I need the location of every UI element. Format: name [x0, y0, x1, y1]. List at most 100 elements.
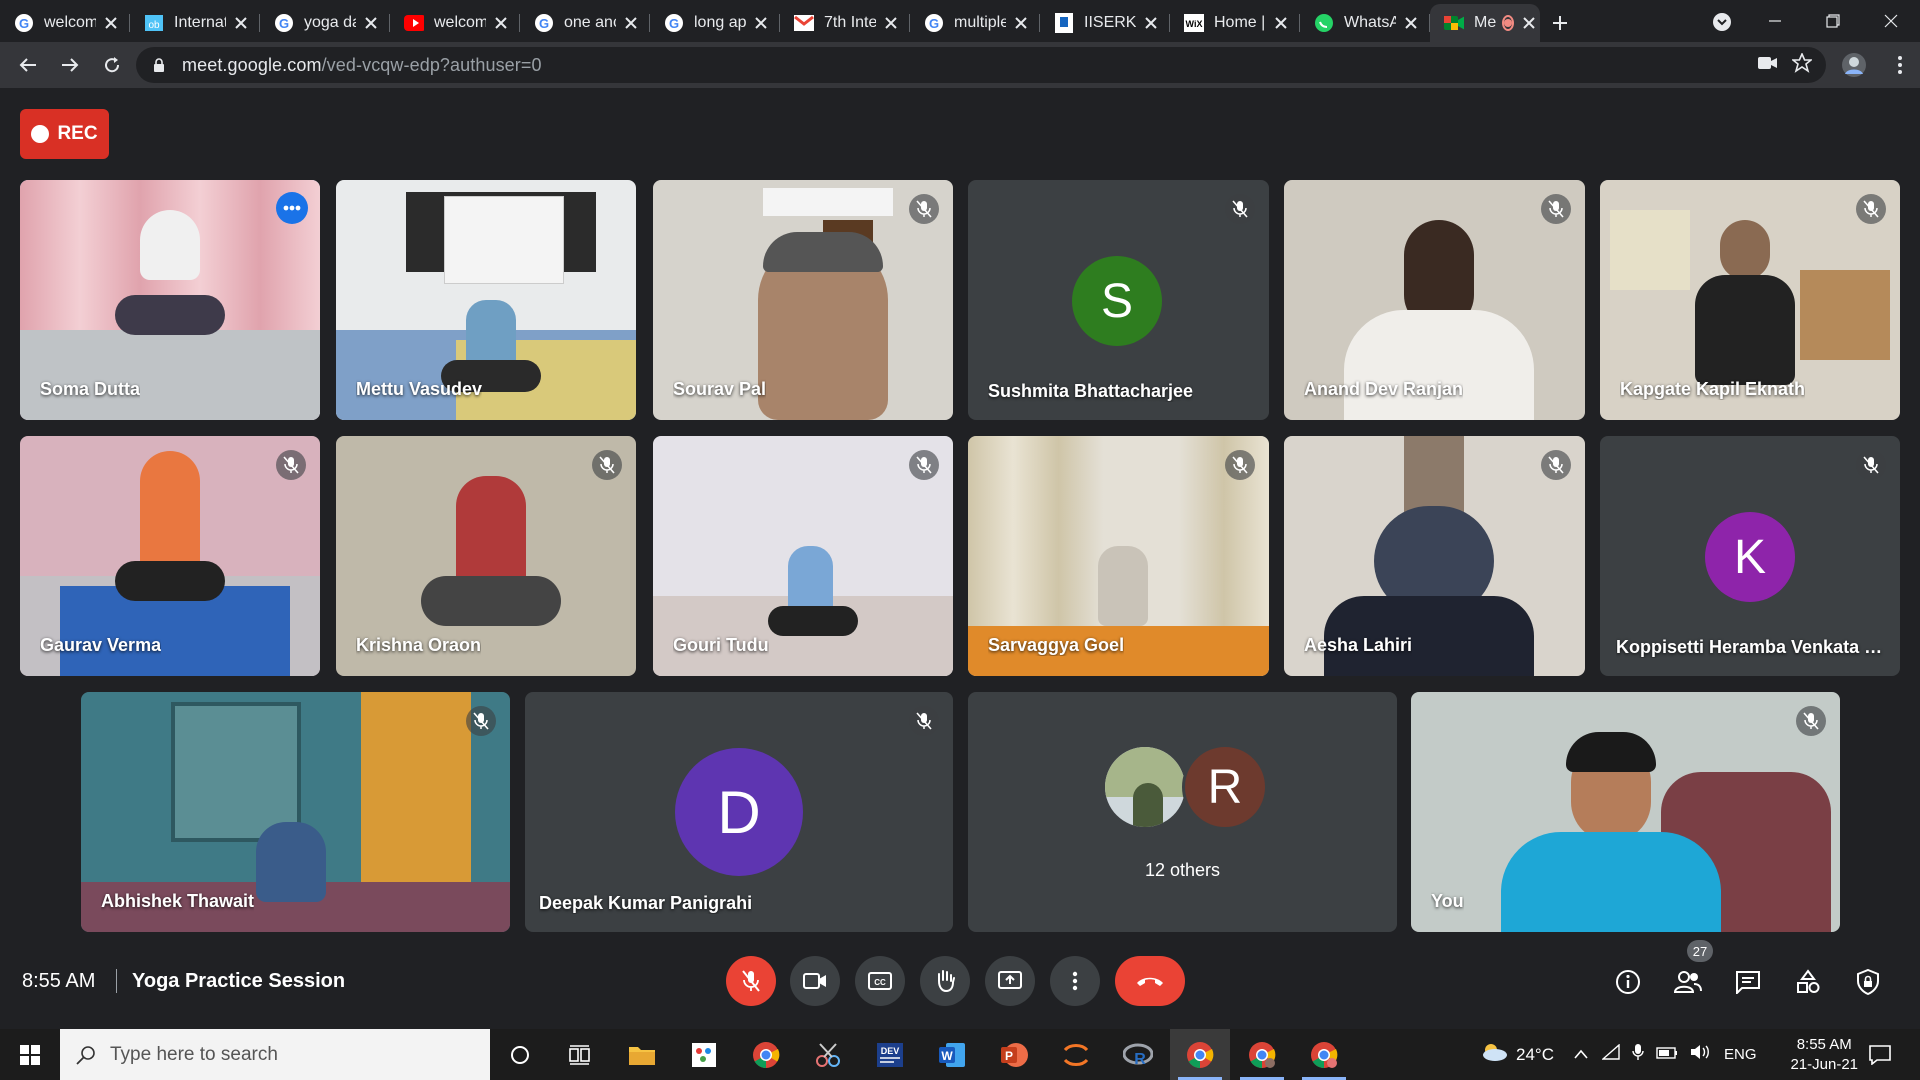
participant-tile[interactable]: Gouri Tudu: [653, 436, 953, 676]
network-icon[interactable]: [1601, 1043, 1620, 1065]
close-icon[interactable]: [1402, 14, 1420, 32]
leave-call-button[interactable]: [1115, 956, 1185, 1006]
wall-map: [1610, 210, 1690, 290]
close-icon[interactable]: [752, 14, 770, 32]
close-icon[interactable]: [492, 14, 510, 32]
browser-tab[interactable]: welcom: [390, 4, 520, 42]
close-icon[interactable]: [362, 14, 380, 32]
close-icon[interactable]: [1012, 14, 1030, 32]
restore-button[interactable]: [1804, 0, 1862, 42]
browser-tab[interactable]: ob Internat: [130, 4, 260, 42]
site-icon: ob: [144, 13, 164, 33]
minimize-button[interactable]: [1746, 0, 1804, 42]
participant-tile[interactable]: Sourav Pal: [653, 180, 953, 420]
taskbar-chrome[interactable]: [736, 1029, 796, 1080]
microphone-tray-icon[interactable]: [1632, 1043, 1644, 1066]
cortana-button[interactable]: [490, 1029, 550, 1080]
participant-name: Kapgate Kapil Eknath: [1620, 379, 1806, 399]
taskbar-jupyter[interactable]: [1046, 1029, 1106, 1080]
start-button[interactable]: [0, 1029, 60, 1080]
notifications-button[interactable]: [1850, 1029, 1910, 1080]
browser-tab[interactable]: WiX Home |: [1170, 4, 1300, 42]
banner: [444, 196, 564, 284]
folder-icon: [629, 1046, 655, 1065]
language-indicator[interactable]: ENG: [1724, 1046, 1757, 1063]
participant-tile[interactable]: Anand Dev Ranjan: [1284, 180, 1585, 420]
close-icon[interactable]: [1142, 14, 1160, 32]
participant-tile[interactable]: S Sushmita Bhattacharjee: [968, 180, 1269, 420]
task-view-button[interactable]: [550, 1029, 610, 1080]
browser-tab[interactable]: IISERKO: [1040, 4, 1170, 42]
close-icon[interactable]: [1272, 14, 1290, 32]
camera-in-use-icon[interactable]: [1758, 56, 1778, 75]
volume-icon[interactable]: [1690, 1044, 1710, 1065]
taskbar-clock[interactable]: 8:55 AM 21-Jun-21: [1790, 1035, 1858, 1075]
camera-toggle-button[interactable]: [790, 956, 840, 1006]
participant-tile[interactable]: Sarvaggya Goel: [968, 436, 1269, 676]
close-icon[interactable]: [102, 14, 120, 32]
taskbar-dev-cpp[interactable]: DEV: [860, 1029, 920, 1080]
taskbar-search-box[interactable]: Type here to search: [60, 1029, 490, 1080]
bookmark-star-icon[interactable]: [1790, 51, 1814, 78]
address-bar[interactable]: meet.google.com/ved-vcqw-edp?authuser=0: [136, 47, 1826, 83]
browser-tab-active[interactable]: Me: [1430, 4, 1540, 42]
participant-tile[interactable]: Soma Dutta: [20, 180, 320, 420]
profile-avatar[interactable]: [1834, 45, 1874, 85]
browser-tab[interactable]: G one anc: [520, 4, 650, 42]
google-g-icon: G: [534, 13, 554, 33]
close-icon[interactable]: [882, 14, 900, 32]
browser-menu-button[interactable]: [1880, 45, 1920, 85]
taskbar-paint[interactable]: [674, 1029, 734, 1080]
participant-tile[interactable]: Kapgate Kapil Eknath: [1600, 180, 1900, 420]
browser-tab[interactable]: G yoga da: [260, 4, 390, 42]
participant-tile[interactable]: D Deepak Kumar Panigrahi: [525, 692, 953, 932]
raise-hand-button[interactable]: [920, 956, 970, 1006]
taskbar-word[interactable]: W: [922, 1029, 982, 1080]
others-tile[interactable]: R 12 others: [968, 692, 1397, 932]
taskbar-chrome-profile[interactable]: [1294, 1029, 1354, 1080]
participant-tile[interactable]: K Koppisetti Heramba Venkata S...: [1600, 436, 1900, 676]
taskbar-chrome-profile[interactable]: [1232, 1029, 1292, 1080]
close-icon[interactable]: [622, 14, 640, 32]
activities-button[interactable]: [1788, 962, 1828, 1002]
meeting-details-button[interactable]: [1608, 962, 1648, 1002]
participant-tile[interactable]: Krishna Oraon: [336, 436, 636, 676]
back-button[interactable]: [8, 45, 48, 85]
taskbar-snip-tool[interactable]: [798, 1029, 858, 1080]
forward-button[interactable]: [50, 45, 90, 85]
taskbar-r[interactable]: R: [1108, 1029, 1168, 1080]
more-options-button[interactable]: [276, 192, 308, 224]
new-tab-button[interactable]: [1540, 4, 1580, 42]
captions-button[interactable]: CC: [855, 956, 905, 1006]
svg-text:G: G: [279, 16, 289, 31]
taskbar-file-explorer[interactable]: [612, 1029, 672, 1080]
close-icon[interactable]: [1520, 14, 1538, 32]
browser-tab[interactable]: G welcom: [0, 4, 130, 42]
participant-tile[interactable]: Aesha Lahiri: [1284, 436, 1585, 676]
self-tile[interactable]: You: [1411, 692, 1840, 932]
chevron-up-icon[interactable]: [1574, 1046, 1588, 1064]
people-button[interactable]: [1668, 962, 1708, 1002]
weather-cloud-icon[interactable]: [1480, 1042, 1508, 1067]
meeting-title: Yoga Practice Session: [132, 970, 346, 992]
taskbar-chrome-window[interactable]: [1170, 1029, 1230, 1080]
participant-tile[interactable]: Abhishek Thawait: [81, 692, 510, 932]
taskbar-powerpoint[interactable]: P: [984, 1029, 1044, 1080]
browser-tab[interactable]: G long ap: [650, 4, 780, 42]
more-options-button[interactable]: [1050, 956, 1100, 1006]
browser-tab[interactable]: WhatsA: [1300, 4, 1430, 42]
present-screen-button[interactable]: [985, 956, 1035, 1006]
weather-temp[interactable]: 24°C: [1516, 1045, 1554, 1065]
battery-icon[interactable]: [1656, 1046, 1678, 1064]
participant-tile[interactable]: Mettu Vasudev: [336, 180, 636, 420]
chat-button[interactable]: [1728, 962, 1768, 1002]
browser-tab[interactable]: G multiple: [910, 4, 1040, 42]
reload-button[interactable]: [92, 45, 132, 85]
close-icon[interactable]: [232, 14, 250, 32]
close-window-button[interactable]: [1862, 0, 1920, 42]
browser-tab[interactable]: 7th Inte: [780, 4, 910, 42]
host-controls-button[interactable]: [1848, 962, 1888, 1002]
microphone-toggle-button[interactable]: [726, 956, 776, 1006]
participant-tile[interactable]: Gaurav Verma: [20, 436, 320, 676]
tab-search-button[interactable]: [1708, 8, 1736, 36]
